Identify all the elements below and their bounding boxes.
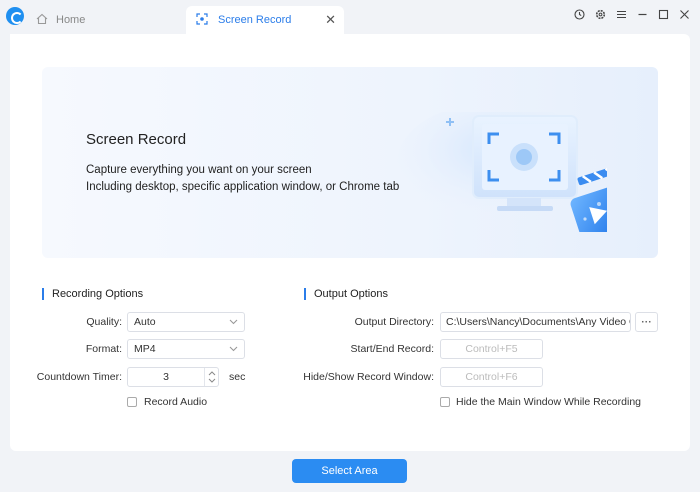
title-bar: Home Screen Record ✕ xyxy=(0,0,700,34)
home-icon xyxy=(36,13,48,28)
format-label: Format: xyxy=(85,343,122,355)
chevron-down-icon xyxy=(229,340,238,364)
menu-icon[interactable] xyxy=(611,9,632,23)
countdown-value: 3 xyxy=(163,371,169,383)
start-end-record-hotkey[interactable]: Control+F5 xyxy=(440,339,543,359)
history-icon[interactable] xyxy=(569,9,590,23)
quality-value: Auto xyxy=(134,316,156,328)
recording-options-title: Recording Options xyxy=(42,288,143,300)
close-icon[interactable]: ✕ xyxy=(325,12,336,28)
window-controls xyxy=(569,9,695,23)
tab-screen-record-label: Screen Record xyxy=(218,14,292,26)
record-audio-label: Record Audio xyxy=(144,396,208,408)
window-close-icon[interactable] xyxy=(674,9,695,23)
countdown-timer-input[interactable]: 3 xyxy=(127,367,219,387)
tab-home[interactable]: Home xyxy=(30,6,180,34)
hide-main-window-label: Hide the Main Window While Recording xyxy=(456,396,641,408)
screen-record-illustration xyxy=(397,112,607,232)
start-end-record-hotkey-value: Control+F5 xyxy=(465,343,518,355)
hide-show-record-window-hotkey[interactable]: Control+F6 xyxy=(440,367,543,387)
settings-icon[interactable] xyxy=(590,9,611,23)
hero-banner: Screen Record Capture everything you wan… xyxy=(42,67,658,258)
main-panel: Screen Record Capture everything you wan… xyxy=(10,34,690,451)
hide-show-record-window-hotkey-value: Control+F6 xyxy=(465,371,518,383)
maximize-icon[interactable] xyxy=(653,9,674,23)
output-directory-value: C:\Users\Nancy\Documents\Any Video C xyxy=(446,316,631,328)
output-options-title: Output Options xyxy=(304,288,388,300)
chevron-down-icon xyxy=(229,313,238,337)
hide-show-record-window-label: Hide/Show Record Window: xyxy=(303,371,434,383)
app-logo xyxy=(6,7,24,25)
start-end-record-label: Start/End Record: xyxy=(350,343,434,355)
banner-description-line1: Capture everything you want on your scre… xyxy=(86,164,312,176)
tab-screen-record[interactable]: Screen Record ✕ xyxy=(186,6,344,34)
record-audio-checkbox[interactable] xyxy=(127,397,137,407)
banner-title: Screen Record xyxy=(86,131,187,148)
countdown-timer-label: Countdown Timer: xyxy=(36,371,122,383)
format-value: MP4 xyxy=(134,343,156,355)
quality-label: Quality: xyxy=(86,316,122,328)
tab-home-label: Home xyxy=(56,14,86,26)
hide-main-window-checkbox[interactable] xyxy=(440,397,450,407)
browse-directory-button[interactable]: ··· xyxy=(635,312,658,332)
minimize-icon[interactable] xyxy=(632,9,653,23)
more-icon: ··· xyxy=(641,316,652,328)
countdown-unit: sec xyxy=(229,371,246,383)
output-directory-field[interactable]: C:\Users\Nancy\Documents\Any Video C xyxy=(440,312,631,332)
screen-record-icon xyxy=(196,12,208,28)
select-area-button[interactable]: Select Area xyxy=(292,459,407,483)
banner-description-line2: Including desktop, specific application … xyxy=(86,181,400,193)
format-select[interactable]: MP4 xyxy=(127,339,245,359)
quality-select[interactable]: Auto xyxy=(127,312,245,332)
countdown-stepper[interactable] xyxy=(204,368,218,386)
output-directory-label: Output Directory: xyxy=(354,316,434,328)
